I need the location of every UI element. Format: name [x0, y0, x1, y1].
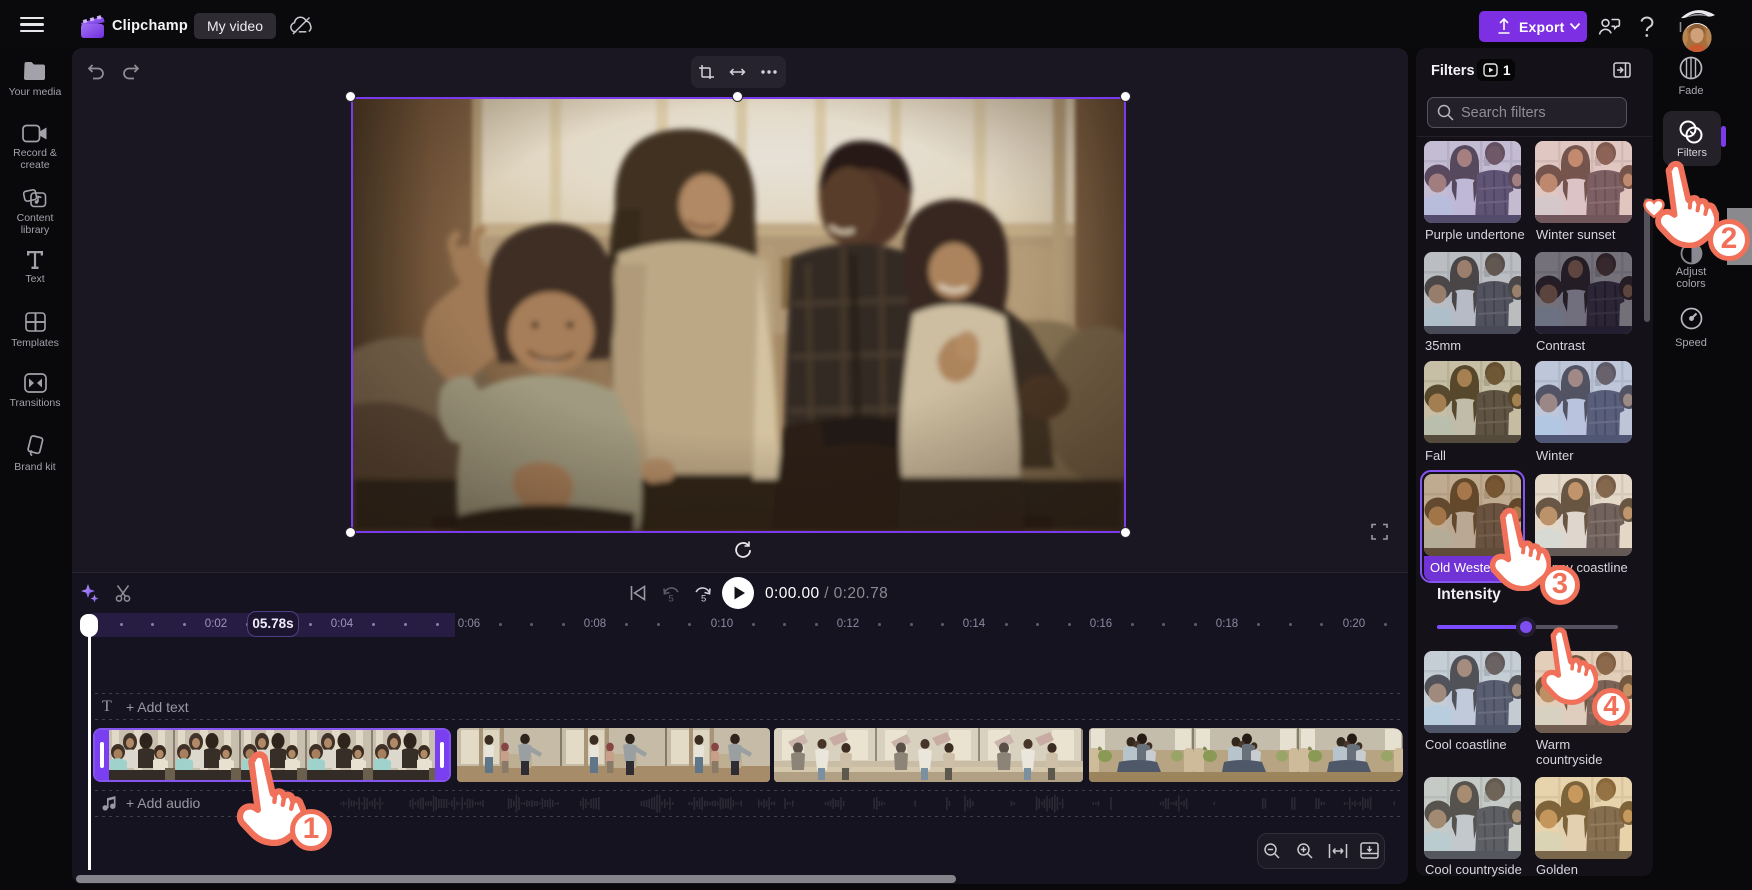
svg-text:5: 5: [701, 594, 706, 605]
svg-text:5: 5: [669, 594, 674, 605]
